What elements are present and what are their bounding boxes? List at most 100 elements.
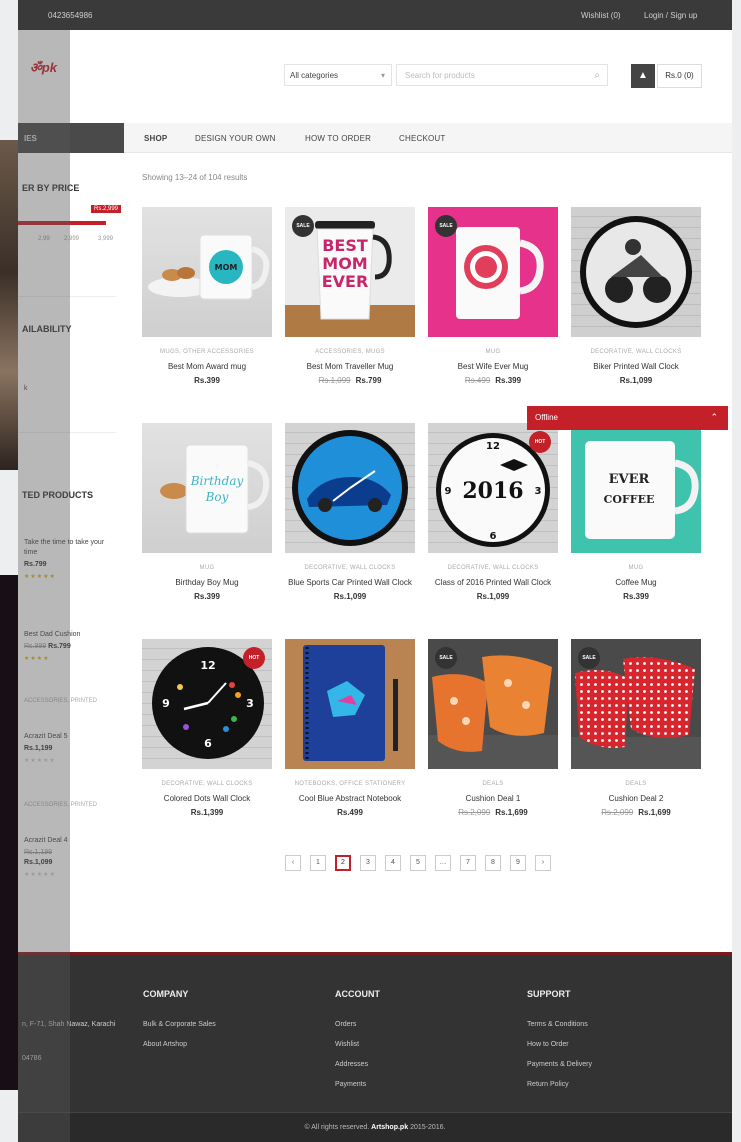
page-link[interactable]: 4 <box>385 855 401 871</box>
product-image[interactable] <box>571 207 701 337</box>
top-product-category: ACCESSORIES, PRINTED <box>24 698 98 704</box>
product-name[interactable]: Best Mom Award mug <box>142 361 272 373</box>
product-image[interactable] <box>285 423 415 553</box>
product-current-price: Rs.1,099 <box>476 592 510 601</box>
top-product[interactable]: ACCESSORIES, PRINTED Acrazit Deal 5 Rs.1… <box>24 696 116 766</box>
product-name[interactable]: Best Mom Traveller Mug <box>285 361 415 373</box>
product-image[interactable]: Birthday Boy <box>142 423 272 553</box>
page-prev[interactable]: ‹ <box>285 855 301 871</box>
product-image[interactable]: SALE <box>428 639 558 769</box>
product-card[interactable]: DECORATIVE, WALL CLOCKS Biker Printed Wa… <box>571 207 701 385</box>
top-product[interactable]: ACCESSORIES, PRINTED Acrazit Deal 4 Rs.1… <box>24 800 116 880</box>
category-select[interactable]: All categories ▾ <box>284 64 392 86</box>
footer-link[interactable]: Bulk & Corporate Sales <box>143 1021 216 1028</box>
product-current-price: Rs.499 <box>337 808 363 817</box>
product-category[interactable]: NOTEBOOKS, OFFICE STATIONERY <box>285 781 415 787</box>
chat-widget[interactable]: Offline ⌃ <box>527 406 728 430</box>
svg-text:Birthday: Birthday <box>190 474 244 488</box>
footer-link[interactable]: Addresses <box>335 1061 368 1068</box>
availability-option[interactable]: k <box>24 384 116 394</box>
svg-text:MOM: MOM <box>322 254 367 273</box>
product-card[interactable]: HOT 12 3 6 9 2016 DECORATIVE, WALL CLOCK… <box>428 423 558 601</box>
page-link[interactable]: 9 <box>510 855 526 871</box>
product-card[interactable]: SALE DEALS Cushion Deal 1 Rs.2,099 Rs.1,6… <box>428 639 558 817</box>
product-image[interactable] <box>285 639 415 769</box>
page-link[interactable]: 3 <box>360 855 376 871</box>
product-category[interactable]: DEALS <box>428 781 558 787</box>
product-name[interactable]: Cushion Deal 2 <box>571 793 701 805</box>
product-name[interactable]: Best Wife Ever Mug <box>428 361 558 373</box>
product-image[interactable]: HOT 12 3 6 9 2016 <box>428 423 558 553</box>
product-card[interactable]: DECORATIVE, WALL CLOCKS Blue Sports Car … <box>285 423 415 601</box>
product-card[interactable]: EVER COFFEE MUG Coffee Mug Rs.399 <box>571 423 701 601</box>
footer-link[interactable]: Wishlist <box>335 1041 359 1048</box>
product-card[interactable]: SALE BEST MOM EVER ACCESSORIES, MUGS Bes… <box>285 207 415 385</box>
product-category[interactable]: MUG <box>142 565 272 571</box>
product-card[interactable]: MOM MUGS, OTHER ACCESSORIES Best Mom Awa… <box>142 207 272 385</box>
chevron-up-icon[interactable]: ⌃ <box>710 412 718 423</box>
product-name[interactable]: Birthday Boy Mug <box>142 577 272 589</box>
footer-link[interactable]: Payments & Delivery <box>527 1061 592 1068</box>
site-logo[interactable]: ॐpk <box>30 58 57 76</box>
copyright-brand[interactable]: Artshop.pk <box>371 1124 408 1131</box>
nav-checkout[interactable]: CHECKOUT <box>399 134 446 143</box>
nav-design-your-own[interactable]: DESIGN YOUR OWN <box>195 134 276 143</box>
product-image[interactable]: SALE BEST MOM EVER <box>285 207 415 337</box>
product-image[interactable]: SALE <box>571 639 701 769</box>
product-name[interactable]: Cool Blue Abstract Notebook <box>285 793 415 805</box>
product-image[interactable]: EVER COFFEE <box>571 423 701 553</box>
price-slider[interactable] <box>18 221 106 225</box>
page-link[interactable]: 1 <box>310 855 326 871</box>
footer-link[interactable]: About Artshop <box>143 1041 187 1048</box>
product-name[interactable]: Class of 2016 Printed Wall Clock <box>428 577 558 589</box>
product-category[interactable]: DEALS <box>571 781 701 787</box>
product-category[interactable]: MUG <box>571 565 701 571</box>
top-product-name[interactable]: Acrazit Deal 5 <box>24 732 116 742</box>
product-category[interactable]: MUGS, OTHER ACCESSORIES <box>142 349 272 355</box>
page-link[interactable]: 7 <box>460 855 476 871</box>
search-icon[interactable]: ⌕ <box>594 70 600 81</box>
wishlist-link[interactable]: Wishlist (0) <box>581 11 621 20</box>
footer-link[interactable]: Return Policy <box>527 1081 569 1088</box>
product-card[interactable]: HOT 12 3 6 9 DECORATIVE, WALL CLOCKS Col… <box>142 639 272 817</box>
categories-heading[interactable]: IES <box>18 123 124 153</box>
top-product-name[interactable]: Take the time to take your time <box>24 538 116 558</box>
product-category[interactable]: DECORATIVE, WALL CLOCKS <box>285 565 415 571</box>
product-name[interactable]: Biker Printed Wall Clock <box>571 361 701 373</box>
product-image[interactable]: HOT 12 3 6 9 <box>142 639 272 769</box>
product-name[interactable]: Colored Dots Wall Clock <box>142 793 272 805</box>
product-name[interactable]: Coffee Mug <box>571 577 701 589</box>
product-category[interactable]: MUG <box>428 349 558 355</box>
product-image[interactable]: SALE <box>428 207 558 337</box>
page-current[interactable]: 2 <box>335 855 351 871</box>
page-next[interactable]: › <box>535 855 551 871</box>
product-name[interactable]: Blue Sports Car Printed Wall Clock <box>285 577 415 589</box>
cart-icon[interactable]: ▲ <box>631 64 655 88</box>
product-card[interactable]: Birthday Boy MUG Birthday Boy Mug Rs.399 <box>142 423 272 601</box>
page-link[interactable]: 8 <box>485 855 501 871</box>
product-name[interactable]: Cushion Deal 1 <box>428 793 558 805</box>
product-category[interactable]: DECORATIVE, WALL CLOCKS <box>142 781 272 787</box>
top-product-name[interactable]: Acrazit Deal 4 <box>24 836 116 846</box>
sale-badge: SALE <box>435 215 457 237</box>
footer-link[interactable]: Terms & Conditions <box>527 1021 588 1028</box>
footer-link[interactable]: Payments <box>335 1081 366 1088</box>
product-card[interactable]: SALE DEALS Cushion Deal 2 Rs.2,099 Rs.1,6… <box>571 639 701 817</box>
search-input[interactable]: Search for products ⌕ <box>396 64 608 86</box>
product-card[interactable]: NOTEBOOKS, OFFICE STATIONERY Cool Blue A… <box>285 639 415 817</box>
login-link[interactable]: Login / Sign up <box>644 11 697 20</box>
top-product-name[interactable]: Best Dad Cushion <box>24 630 116 640</box>
product-category[interactable]: ACCESSORIES, MUGS <box>285 349 415 355</box>
footer-link[interactable]: How to Order <box>527 1041 569 1048</box>
page-link[interactable]: 5 <box>410 855 426 871</box>
top-product[interactable]: Best Dad Cushion Rs.999 Rs.799 ★★★★ <box>24 630 116 664</box>
footer-link[interactable]: Orders <box>335 1021 356 1028</box>
product-category[interactable]: DECORATIVE, WALL CLOCKS <box>428 565 558 571</box>
product-image[interactable]: MOM <box>142 207 272 337</box>
nav-how-to-order[interactable]: HOW TO ORDER <box>305 134 371 143</box>
product-category[interactable]: DECORATIVE, WALL CLOCKS <box>571 349 701 355</box>
cart-button[interactable]: Rs.0 (0) <box>657 64 702 88</box>
nav-shop[interactable]: SHOP <box>144 134 167 143</box>
top-product[interactable]: Take the time to take your time Rs.799 ★… <box>24 538 116 582</box>
product-card[interactable]: SALE MUG Best Wife Ever Mug Rs.499 Rs.399 <box>428 207 558 385</box>
